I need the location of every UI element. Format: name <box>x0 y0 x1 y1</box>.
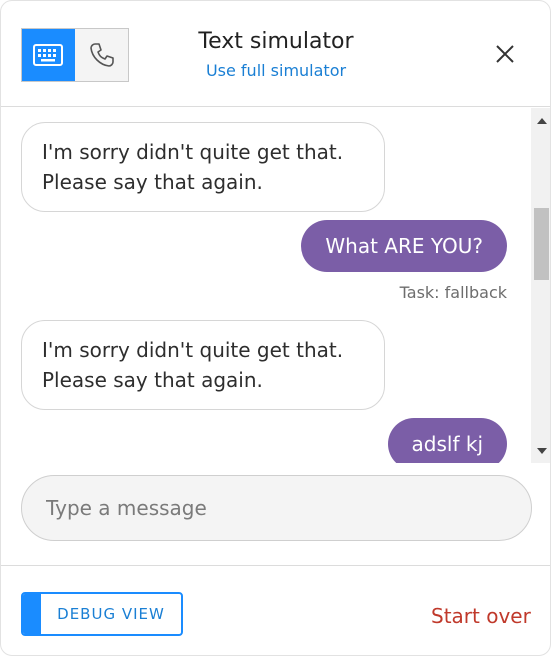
text-simulator-panel: Text simulator Use full simulator I'm so… <box>0 0 551 656</box>
bot-message: I'm sorry didn't quite get that. Please … <box>21 122 385 212</box>
user-message: What ARE YOU? <box>301 220 507 272</box>
bot-message-line: Please say that again. <box>42 170 263 194</box>
phone-mode-button[interactable] <box>75 29 128 81</box>
debug-toggle-indicator <box>23 594 41 634</box>
message-input[interactable] <box>21 475 532 541</box>
chat-transcript: I'm sorry didn't quite get that. Please … <box>1 108 531 463</box>
phone-icon <box>89 43 114 67</box>
simulator-header: Text simulator Use full simulator <box>1 1 550 107</box>
close-icon[interactable] <box>491 40 519 68</box>
debug-view-label: DEBUG VIEW <box>57 605 165 623</box>
user-message: adslf kj <box>387 418 507 463</box>
keyboard-icon <box>33 44 63 66</box>
page-title: Text simulator <box>198 29 354 54</box>
bot-message-line: I'm sorry didn't quite get that. <box>42 140 344 164</box>
message-input-area <box>1 463 550 566</box>
chevron-up-icon <box>536 117 547 124</box>
keyboard-mode-button[interactable] <box>22 29 76 81</box>
bot-message: I'm sorry didn't quite get that. Please … <box>21 320 385 410</box>
scroll-thumb[interactable] <box>534 208 549 280</box>
scroll-down-arrow[interactable] <box>531 443 550 459</box>
mode-toggle <box>21 28 129 82</box>
bot-message-line: Please say that again. <box>42 368 263 392</box>
debug-view-button[interactable]: DEBUG VIEW <box>21 592 183 636</box>
scroll-up-arrow[interactable] <box>531 112 550 128</box>
bot-message-line: I'm sorry didn't quite get that. <box>42 338 344 362</box>
start-over-link[interactable]: Start over <box>431 604 531 628</box>
task-label: Task: fallback <box>399 283 507 302</box>
chevron-down-icon <box>536 447 547 454</box>
use-full-simulator-link[interactable]: Use full simulator <box>151 61 401 80</box>
transcript-scrollbar[interactable] <box>531 108 550 463</box>
